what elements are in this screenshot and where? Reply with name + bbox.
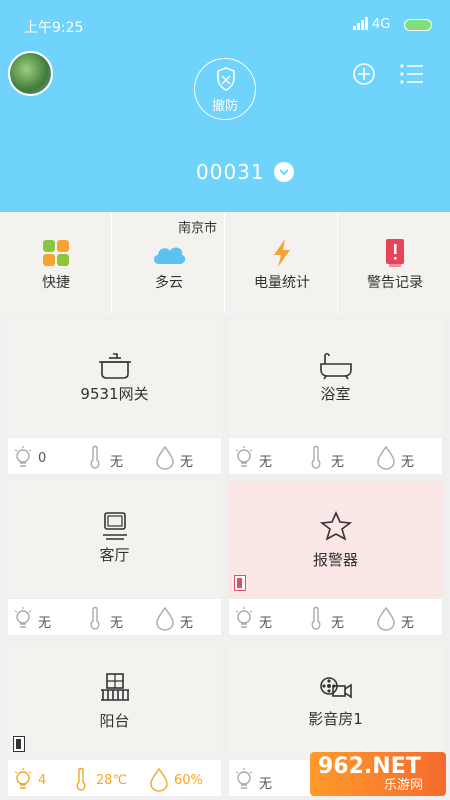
door-sensor-icon: [13, 736, 25, 752]
watermark-logo: 962.NET 乐游网: [310, 752, 446, 796]
room-card-balcony[interactable]: 阳台 4 28℃ 60%: [7, 642, 222, 797]
shield-icon: [217, 67, 235, 91]
shortcut-grid-icon: [43, 240, 69, 266]
disarm-button[interactable]: 撤防: [194, 58, 256, 120]
quick-item-label: 多云: [155, 275, 183, 291]
bulb-icon: [14, 446, 32, 467]
room-stats: 4 28℃ 60%: [7, 759, 222, 797]
drop-icon: [377, 445, 395, 470]
quick-item-label: 快捷: [42, 275, 70, 291]
chevron-down-icon: [279, 169, 289, 176]
bulb-icon: [235, 768, 253, 789]
room-card-gateway[interactable]: 9531网关 0 无 无: [7, 320, 222, 475]
light-value: 0: [38, 451, 47, 466]
lightning-icon: [274, 239, 290, 267]
light-value: 无: [259, 777, 273, 792]
room-card-alarm[interactable]: 报警器 无 无 无: [228, 481, 443, 636]
drop-icon: [156, 606, 174, 631]
room-name: 浴室: [320, 385, 351, 403]
pot-icon: [99, 353, 131, 379]
quick-item-label: 电量统计: [254, 275, 310, 291]
light-value: 4: [38, 773, 47, 788]
bulb-icon: [14, 768, 32, 789]
temperature-value: 无: [331, 616, 345, 631]
humidity-value: 无: [401, 455, 415, 470]
bulb-icon: [235, 446, 253, 467]
thermometer-icon: [76, 767, 86, 791]
battery-icon: [404, 19, 432, 31]
room-card-bathroom[interactable]: 浴室 无 无 无: [228, 320, 443, 475]
room-name: 客厅: [99, 546, 130, 564]
temperature-value: 28℃: [96, 773, 128, 788]
humidity-value: 无: [401, 616, 415, 631]
quick-item-power-stats[interactable]: 电量统计: [226, 212, 338, 314]
light-value: 无: [259, 455, 273, 470]
watermark-sub: 乐游网: [384, 778, 424, 793]
bulb-icon: [235, 607, 253, 628]
room-name: 阳台: [99, 712, 130, 730]
balcony-icon: [101, 673, 129, 701]
room-card-living-room[interactable]: 客厅 无 无 无: [7, 481, 222, 636]
light-value: 无: [259, 616, 273, 631]
device-dropdown[interactable]: [274, 162, 294, 182]
thermometer-icon: [90, 606, 100, 630]
star-icon: [319, 511, 353, 541]
temperature-value: 无: [331, 455, 345, 470]
quick-item-shortcut[interactable]: 快捷: [0, 212, 112, 314]
room-stats: 无 无 无: [228, 598, 443, 636]
drop-icon: [150, 767, 168, 792]
room-stats: 无 无 无: [7, 598, 222, 636]
signal-icon: [353, 17, 368, 30]
computer-icon: [103, 512, 127, 540]
bathtub-icon: [320, 352, 352, 380]
device-id[interactable]: 00031: [196, 160, 265, 184]
light-value: 无: [38, 616, 52, 631]
status-time: 上午9:25: [24, 20, 84, 36]
quick-item-alert-log[interactable]: 警告记录: [339, 212, 450, 314]
room-name: 9531网关: [80, 385, 149, 403]
door-sensor-icon: [234, 575, 246, 591]
thermometer-icon: [311, 606, 321, 630]
temperature-value: 无: [110, 616, 124, 631]
bulb-icon: [14, 607, 32, 628]
temperature-value: 无: [110, 455, 124, 470]
network-label: 4G: [372, 17, 391, 32]
room-stats: 无 无 无: [228, 437, 443, 475]
humidity-value: 无: [180, 455, 194, 470]
drop-icon: [377, 606, 395, 631]
menu-icon[interactable]: [400, 63, 424, 85]
humidity-value: 60%: [174, 773, 203, 788]
room-name: 报警器: [312, 551, 358, 569]
add-icon[interactable]: [352, 62, 376, 86]
room-name: 影音房1: [308, 710, 363, 728]
cloud-icon: [153, 247, 186, 264]
quick-actions-row: 快捷 多云 电量统计 警告记录: [0, 212, 450, 314]
drop-icon: [156, 445, 174, 470]
avatar[interactable]: [8, 51, 53, 96]
header: 上午9:25 4G 撤防 00031: [0, 0, 450, 212]
film-camera-icon: [320, 677, 352, 699]
thermometer-icon: [311, 445, 321, 469]
alert-log-icon: [386, 239, 404, 267]
quick-item-label: 警告记录: [367, 275, 423, 291]
room-stats: 0 无 无: [7, 437, 222, 475]
humidity-value: 无: [180, 616, 194, 631]
weather-city: 南京市: [178, 221, 218, 236]
disarm-label: 撤防: [211, 99, 238, 114]
status-bar: 上午9:25 4G: [0, 0, 450, 44]
thermometer-icon: [90, 445, 100, 469]
